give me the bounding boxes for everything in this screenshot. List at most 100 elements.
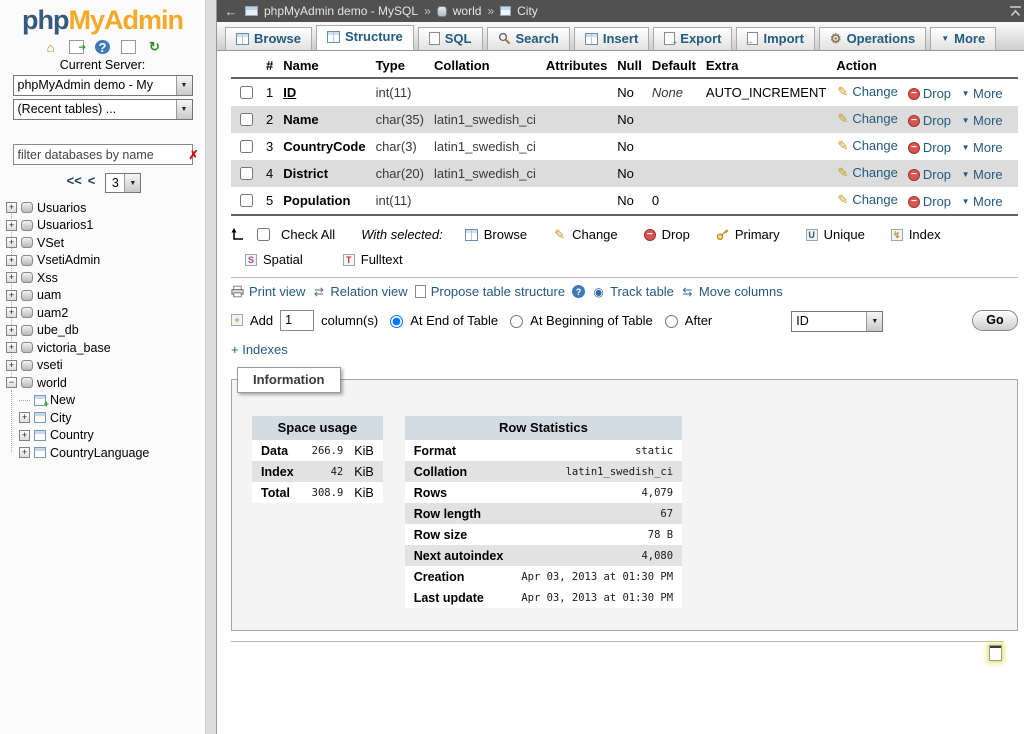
change-link[interactable]: ✎Change [836, 192, 898, 207]
mysql-docs-icon[interactable] [121, 40, 136, 54]
tab-search[interactable]: Search [487, 27, 570, 50]
indexes-toggle-link[interactable]: + Indexes [231, 342, 288, 357]
database-filter-input[interactable] [14, 148, 183, 162]
reload-navigation-icon[interactable]: ↻ [147, 40, 162, 54]
drop-link[interactable]: −Drop [908, 140, 951, 155]
track-table-link[interactable]: ◉Track table [592, 284, 674, 299]
collapse-expander-icon[interactable]: − [6, 377, 17, 388]
check-all-checkbox[interactable] [257, 228, 270, 241]
sidebar-db-label[interactable]: VSet [37, 236, 64, 250]
tab-more[interactable]: ▼More [930, 27, 996, 50]
expand-expander-icon[interactable]: + [6, 290, 17, 301]
more-link[interactable]: ▼More [961, 194, 1003, 209]
sidebar-db-label[interactable]: ube_db [37, 323, 79, 337]
propose-table-structure-link[interactable]: Propose table structure [415, 284, 565, 299]
drop-link[interactable]: −Drop [908, 86, 951, 101]
add-column-count-input[interactable] [280, 310, 314, 331]
expand-expander-icon[interactable]: + [19, 412, 30, 423]
option-at-beginning[interactable]: At Beginning of Table [505, 312, 653, 328]
with-selected-drop-button[interactable]: −Drop [644, 227, 690, 242]
option-at-end[interactable]: At End of Table [385, 312, 498, 328]
with-selected-browse-button[interactable]: Browse [465, 227, 527, 242]
documentation-icon[interactable]: ? [95, 40, 110, 54]
more-link[interactable]: ▼More [961, 140, 1003, 155]
drop-link[interactable]: −Drop [908, 167, 951, 182]
go-button[interactable]: Go [972, 310, 1017, 331]
page-number-select[interactable]: 3▼ [105, 173, 141, 193]
sidebar-db-label[interactable]: world [37, 376, 67, 390]
recent-tables-select[interactable]: (Recent tables) ... ▼ [13, 99, 193, 120]
tab-export[interactable]: Export [653, 27, 732, 50]
with-selected-change-button[interactable]: ✎Change [553, 227, 618, 242]
expand-expander-icon[interactable]: + [6, 272, 17, 283]
sidebar-db-label[interactable]: Usuarios [37, 201, 86, 215]
home-icon[interactable]: ⌂ [43, 40, 58, 54]
help-icon[interactable]: ? [572, 285, 585, 298]
sidebar-table-label[interactable]: City [50, 411, 72, 425]
more-link[interactable]: ▼More [961, 86, 1003, 101]
sidebar-db-label[interactable]: Xss [37, 271, 58, 285]
query-window-icon[interactable] [989, 645, 1002, 661]
tab-operations[interactable]: ⚙Operations [819, 27, 926, 50]
at-end-radio[interactable] [390, 315, 403, 328]
expand-expander-icon[interactable]: + [6, 342, 17, 353]
change-link[interactable]: ✎Change [836, 138, 898, 153]
change-link[interactable]: ✎Change [836, 84, 898, 99]
sidebar-db-label[interactable]: VsetiAdmin [37, 253, 100, 267]
logout-icon[interactable] [69, 40, 84, 54]
drop-link[interactable]: −Drop [908, 113, 951, 128]
breadcrumb-server-link[interactable]: phpMyAdmin demo - MySQL [264, 4, 418, 18]
server-select[interactable]: phpMyAdmin demo - My ▼ [13, 75, 193, 96]
collapse-menu-icon[interactable] [1009, 6, 1022, 17]
with-selected-spatial-button[interactable]: SSpatial [245, 252, 303, 267]
option-after[interactable]: After [660, 312, 712, 328]
clear-filter-icon[interactable]: ✗ [183, 148, 205, 162]
panel-resize-divider[interactable] [205, 0, 216, 734]
expand-expander-icon[interactable]: + [19, 447, 30, 458]
sidebar-db-label[interactable]: victoria_base [37, 341, 111, 355]
expand-expander-icon[interactable]: + [6, 307, 17, 318]
expand-expander-icon[interactable]: + [6, 220, 17, 231]
tab-import[interactable]: Import [736, 27, 814, 50]
sidebar-table-label[interactable]: CountryLanguage [50, 446, 149, 460]
row-checkbox[interactable] [240, 113, 253, 126]
sidebar-db-label[interactable]: vseti [37, 358, 63, 372]
print-view-link[interactable]: Print view [231, 284, 305, 299]
change-link[interactable]: ✎Change [836, 111, 898, 126]
drop-link[interactable]: −Drop [908, 194, 951, 209]
sidebar-table-label[interactable]: New [50, 393, 75, 407]
expand-expander-icon[interactable]: + [6, 325, 17, 336]
tab-browse[interactable]: Browse [225, 27, 312, 50]
row-checkbox[interactable] [240, 86, 253, 99]
expand-expander-icon[interactable]: + [6, 202, 17, 213]
sidebar-db-label[interactable]: Usuarios1 [37, 218, 93, 232]
tab-structure[interactable]: Structure [316, 25, 414, 50]
breadcrumb-table-link[interactable]: City [517, 4, 538, 18]
row-checkbox[interactable] [240, 167, 253, 180]
more-link[interactable]: ▼More [961, 113, 1003, 128]
at-beginning-radio[interactable] [510, 315, 523, 328]
sidebar-db-label[interactable]: uam2 [37, 306, 68, 320]
sidebar-table-label[interactable]: Country [50, 428, 94, 442]
after-column-select[interactable]: ID▼ [791, 311, 883, 332]
with-selected-unique-button[interactable]: UUnique [806, 227, 865, 242]
expand-expander-icon[interactable]: + [6, 237, 17, 248]
page-fast-prev-link[interactable]: << [67, 173, 82, 188]
change-link[interactable]: ✎Change [836, 165, 898, 180]
with-selected-index-button[interactable]: ↯Index [891, 227, 941, 242]
page-prev-link[interactable]: < [88, 173, 96, 188]
breadcrumb-database-link[interactable]: world [453, 4, 482, 18]
row-checkbox[interactable] [240, 194, 253, 207]
move-columns-link[interactable]: ⇆Move columns [681, 284, 783, 299]
tab-sql[interactable]: SQL [418, 27, 483, 50]
more-link[interactable]: ▼More [961, 167, 1003, 182]
back-button[interactable]: ← [217, 4, 245, 19]
expand-expander-icon[interactable]: + [6, 255, 17, 266]
with-selected-primary-button[interactable]: Primary [716, 227, 780, 242]
row-checkbox[interactable] [240, 140, 253, 153]
sidebar-db-label[interactable]: uam [37, 288, 61, 302]
after-radio[interactable] [665, 315, 678, 328]
tab-insert[interactable]: Insert [574, 27, 649, 50]
with-selected-fulltext-button[interactable]: TFulltext [343, 252, 403, 267]
expand-expander-icon[interactable]: + [6, 360, 17, 371]
